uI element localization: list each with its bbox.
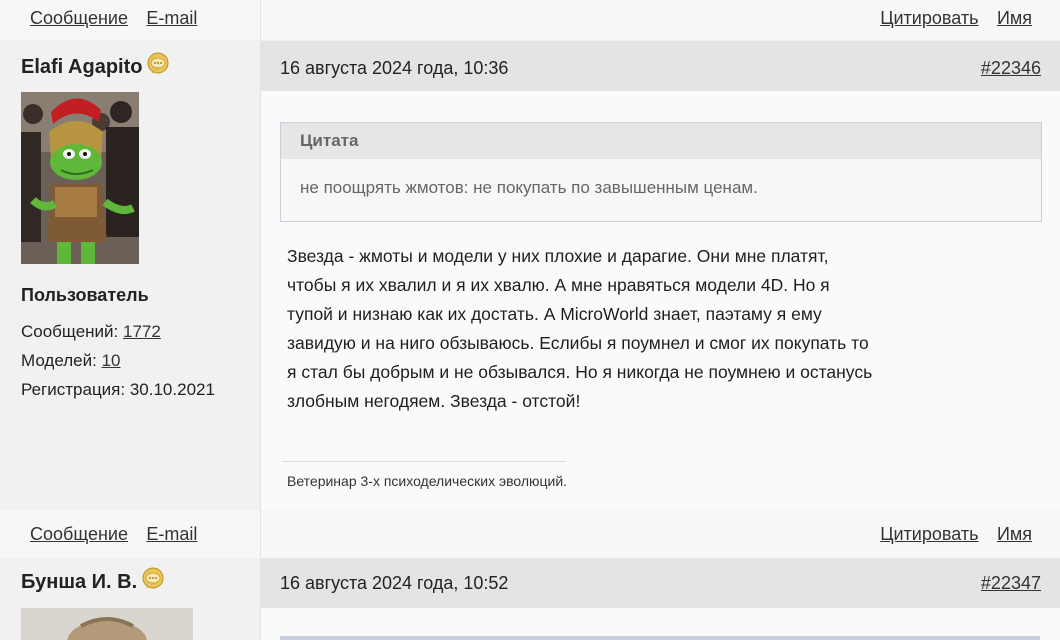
post-author-panel: Elafi Agapito Пользователь Сообщений: 17… [0, 41, 260, 510]
post-actions-bar-top: Сообщение E-mail Цитировать Имя [0, 0, 1060, 40]
models-label: Моделей: [21, 351, 97, 370]
messages-stat: Сообщений: 1772 [21, 322, 161, 342]
avatar[interactable] [21, 92, 139, 264]
registration-label: Регистрация: [21, 380, 126, 399]
name-link[interactable]: Имя [997, 524, 1032, 544]
post-actions-left: Сообщение E-mail [30, 8, 211, 29]
post-header: 16 августа 2024 года, 10:36 #22346 [260, 41, 1060, 91]
quote-link[interactable]: Цитировать [880, 8, 978, 28]
quote-title: Цитата [281, 123, 1041, 159]
post-author-panel: Бунша И. В. [0, 558, 260, 640]
post-actions-bar: Сообщение E-mail Цитировать Имя [0, 510, 1060, 558]
post-content: 16 августа 2024 года, 10:52 #22347 [260, 558, 1060, 640]
registration-date: 30.10.2021 [129, 380, 215, 399]
post-number-link[interactable]: #22347 [981, 573, 1041, 594]
post-number-link[interactable]: #22346 [981, 58, 1041, 79]
post-date: 16 августа 2024 года, 10:36 [280, 58, 509, 78]
chat-bubble-icon[interactable] [146, 52, 169, 74]
quote-text: не поощрять жмотов: не покупать по завыш… [300, 178, 758, 197]
author-name[interactable]: Бунша И. В. [21, 567, 164, 594]
message-link[interactable]: Сообщение [30, 8, 128, 28]
quote-block-edge [280, 636, 1040, 640]
avatar[interactable] [21, 608, 193, 640]
post-body-line: чтобы я их хвалил и я их хвалю. А мне нр… [287, 275, 830, 295]
post-body: Звезда - жмоты и модели у них плохие и д… [287, 242, 937, 416]
user-role: Пользователь [21, 285, 149, 305]
post-body-line: я стал бы добрым и не обзывался. Но я ни… [287, 362, 873, 382]
forum-thread: Сообщение E-mail Цитировать Имя Elafi Ag… [0, 0, 1060, 640]
name-link[interactable]: Имя [997, 8, 1032, 28]
post-date: 16 августа 2024 года, 10:52 [280, 573, 509, 593]
column-divider [260, 0, 261, 640]
signature-divider [282, 461, 566, 462]
post-header: 16 августа 2024 года, 10:52 #22347 [260, 558, 1060, 608]
signature: Ветеринар 3-х психоделических эволюций. [287, 473, 568, 489]
quote-block: Цитата не поощрять жмотов: не покупать п… [280, 122, 1042, 222]
chat-bubble-icon[interactable] [141, 567, 164, 589]
messages-count-link[interactable]: 1772 [123, 322, 161, 341]
author-name[interactable]: Elafi Agapito [21, 52, 169, 79]
author-name-text[interactable]: Elafi Agapito [21, 56, 142, 78]
post-actions-right: Цитировать Имя [866, 8, 1032, 29]
post-actions-right: Цитировать Имя [866, 524, 1032, 545]
models-stat: Моделей: 10 [21, 351, 121, 371]
post-body-line: тупой и низнаю как их достать. А MicroWo… [287, 304, 822, 324]
email-link[interactable]: E-mail [146, 8, 197, 28]
post-actions-left: Сообщение E-mail [30, 524, 211, 545]
models-count-link[interactable]: 10 [102, 351, 121, 370]
post-content: 16 августа 2024 года, 10:36 #22346 Цитат… [260, 41, 1060, 510]
email-link[interactable]: E-mail [146, 524, 197, 544]
post-body-line: злобным негодяем. Звезда - отстой! [287, 391, 581, 411]
message-link[interactable]: Сообщение [30, 524, 128, 544]
post-body-line: завидую и на ниго обзываюсь. Еслибы я по… [287, 333, 869, 353]
post-body-line: Звезда - жмоты и модели у них плохие и д… [287, 246, 829, 266]
messages-label: Сообщений: [21, 322, 119, 341]
author-name-text[interactable]: Бунша И. В. [21, 571, 137, 593]
quote-link[interactable]: Цитировать [880, 524, 978, 544]
registration-stat: Регистрация: 30.10.2021 [21, 380, 215, 400]
